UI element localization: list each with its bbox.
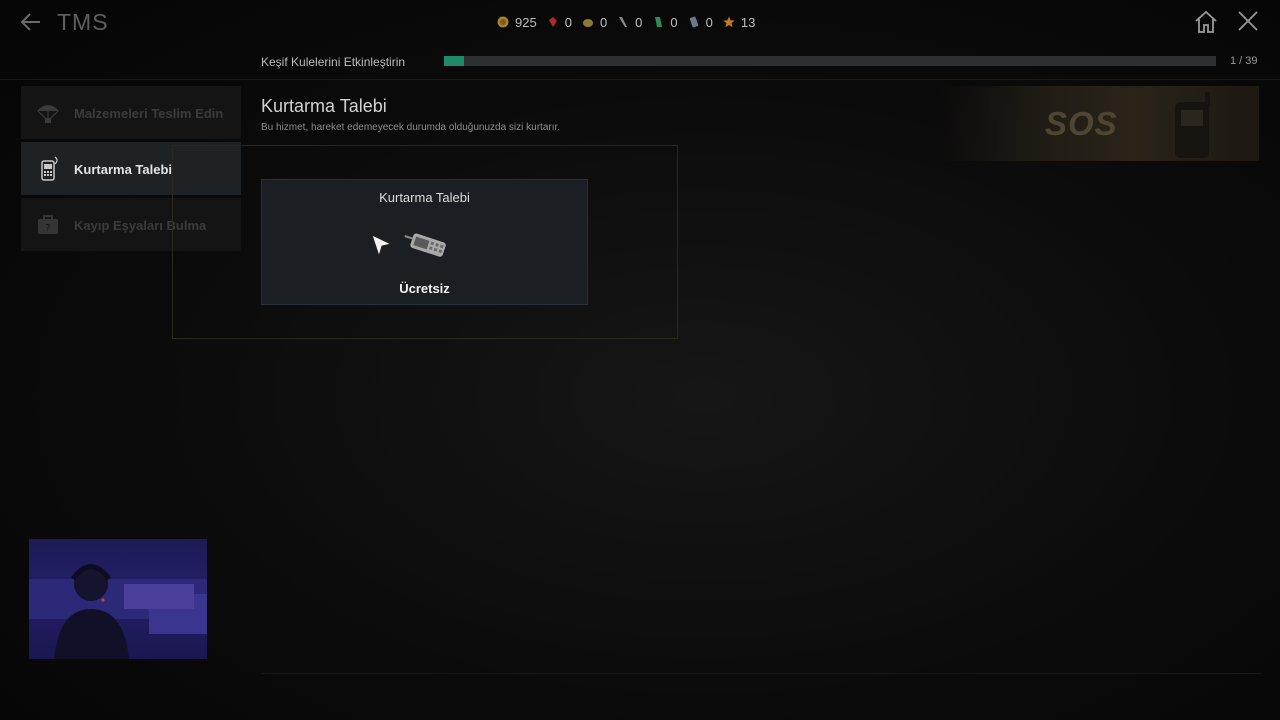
exploration-progress: Keşif Kulelerini Etkinleştirin 1 / 39 — [0, 48, 1280, 74]
header-divider — [0, 79, 1280, 80]
sidebar-item-deliver-supplies[interactable]: Malzemeleri Teslim Edin — [21, 86, 241, 139]
back-arrow-icon[interactable] — [18, 9, 44, 35]
progress-label: Keşif Kulelerini Etkinleştirin — [261, 55, 406, 69]
lost-items-icon: ? — [38, 215, 58, 234]
bottom-divider — [261, 673, 1261, 674]
banner-sos-text: SOS — [1045, 105, 1118, 142]
resource-value: 0 — [599, 14, 608, 30]
sidebar-item-label: Malzemeleri Teslim Edin — [74, 106, 224, 121]
resource-red-gem: 0 — [547, 15, 572, 30]
parachute-icon — [37, 105, 59, 123]
star-badge-icon — [723, 16, 735, 28]
resource-canister: 0 — [688, 15, 713, 30]
tool-icon — [619, 17, 628, 27]
canister-icon — [689, 16, 698, 28]
card-title: Kurtarma Talebi — [379, 190, 470, 205]
progress-fill — [444, 56, 465, 66]
webcam-image — [29, 564, 207, 659]
rescue-request-card[interactable]: Kurtarma Talebi Ücretsiz — [261, 179, 588, 305]
red-gem-icon — [548, 17, 557, 27]
progress-count: 1 / 39 — [1230, 55, 1258, 67]
resource-value: 925 — [515, 14, 537, 30]
app-title: TMS — [57, 9, 109, 35]
resource-stars: 13 — [723, 15, 755, 30]
close-icon[interactable] — [1237, 10, 1259, 32]
resource-value: 0 — [564, 14, 572, 30]
resource-value: 0 — [670, 14, 678, 30]
page-description: Bu hizmet, hareket edemeyecek durumda ol… — [261, 122, 561, 133]
svg-text:?: ? — [45, 223, 50, 234]
page-title: Kurtarma Talebi — [261, 96, 387, 116]
ore-icon — [582, 19, 593, 27]
resource-value: 0 — [705, 14, 713, 30]
radio-device-icon — [404, 233, 446, 257]
sidebar-item-label: Kurtarma Talebi — [74, 162, 173, 177]
resource-value: 0 — [635, 14, 643, 30]
home-icon[interactable] — [1193, 9, 1219, 35]
top-bar: TMS 925 0 0 0 0 0 13 — [0, 0, 1280, 44]
resource-value: 13 — [740, 14, 756, 30]
mouse-cursor-icon — [371, 234, 393, 258]
resource-bar: 925 0 0 0 0 0 13 — [497, 13, 755, 31]
sos-banner: SOS — [941, 86, 1259, 161]
radio-icon — [41, 156, 58, 181]
resource-ore: 0 — [582, 15, 607, 30]
coin-icon — [497, 16, 509, 28]
resource-coins: 925 — [497, 15, 537, 30]
progress-bar — [444, 56, 1216, 66]
card-price: Ücretsiz — [399, 281, 450, 296]
walkie-talkie-icon — [1175, 92, 1210, 158]
webcam-overlay — [29, 539, 207, 659]
resource-green-crystal: 0 — [652, 14, 678, 30]
green-crystal-icon — [655, 17, 663, 27]
resource-tool: 0 — [617, 15, 642, 30]
